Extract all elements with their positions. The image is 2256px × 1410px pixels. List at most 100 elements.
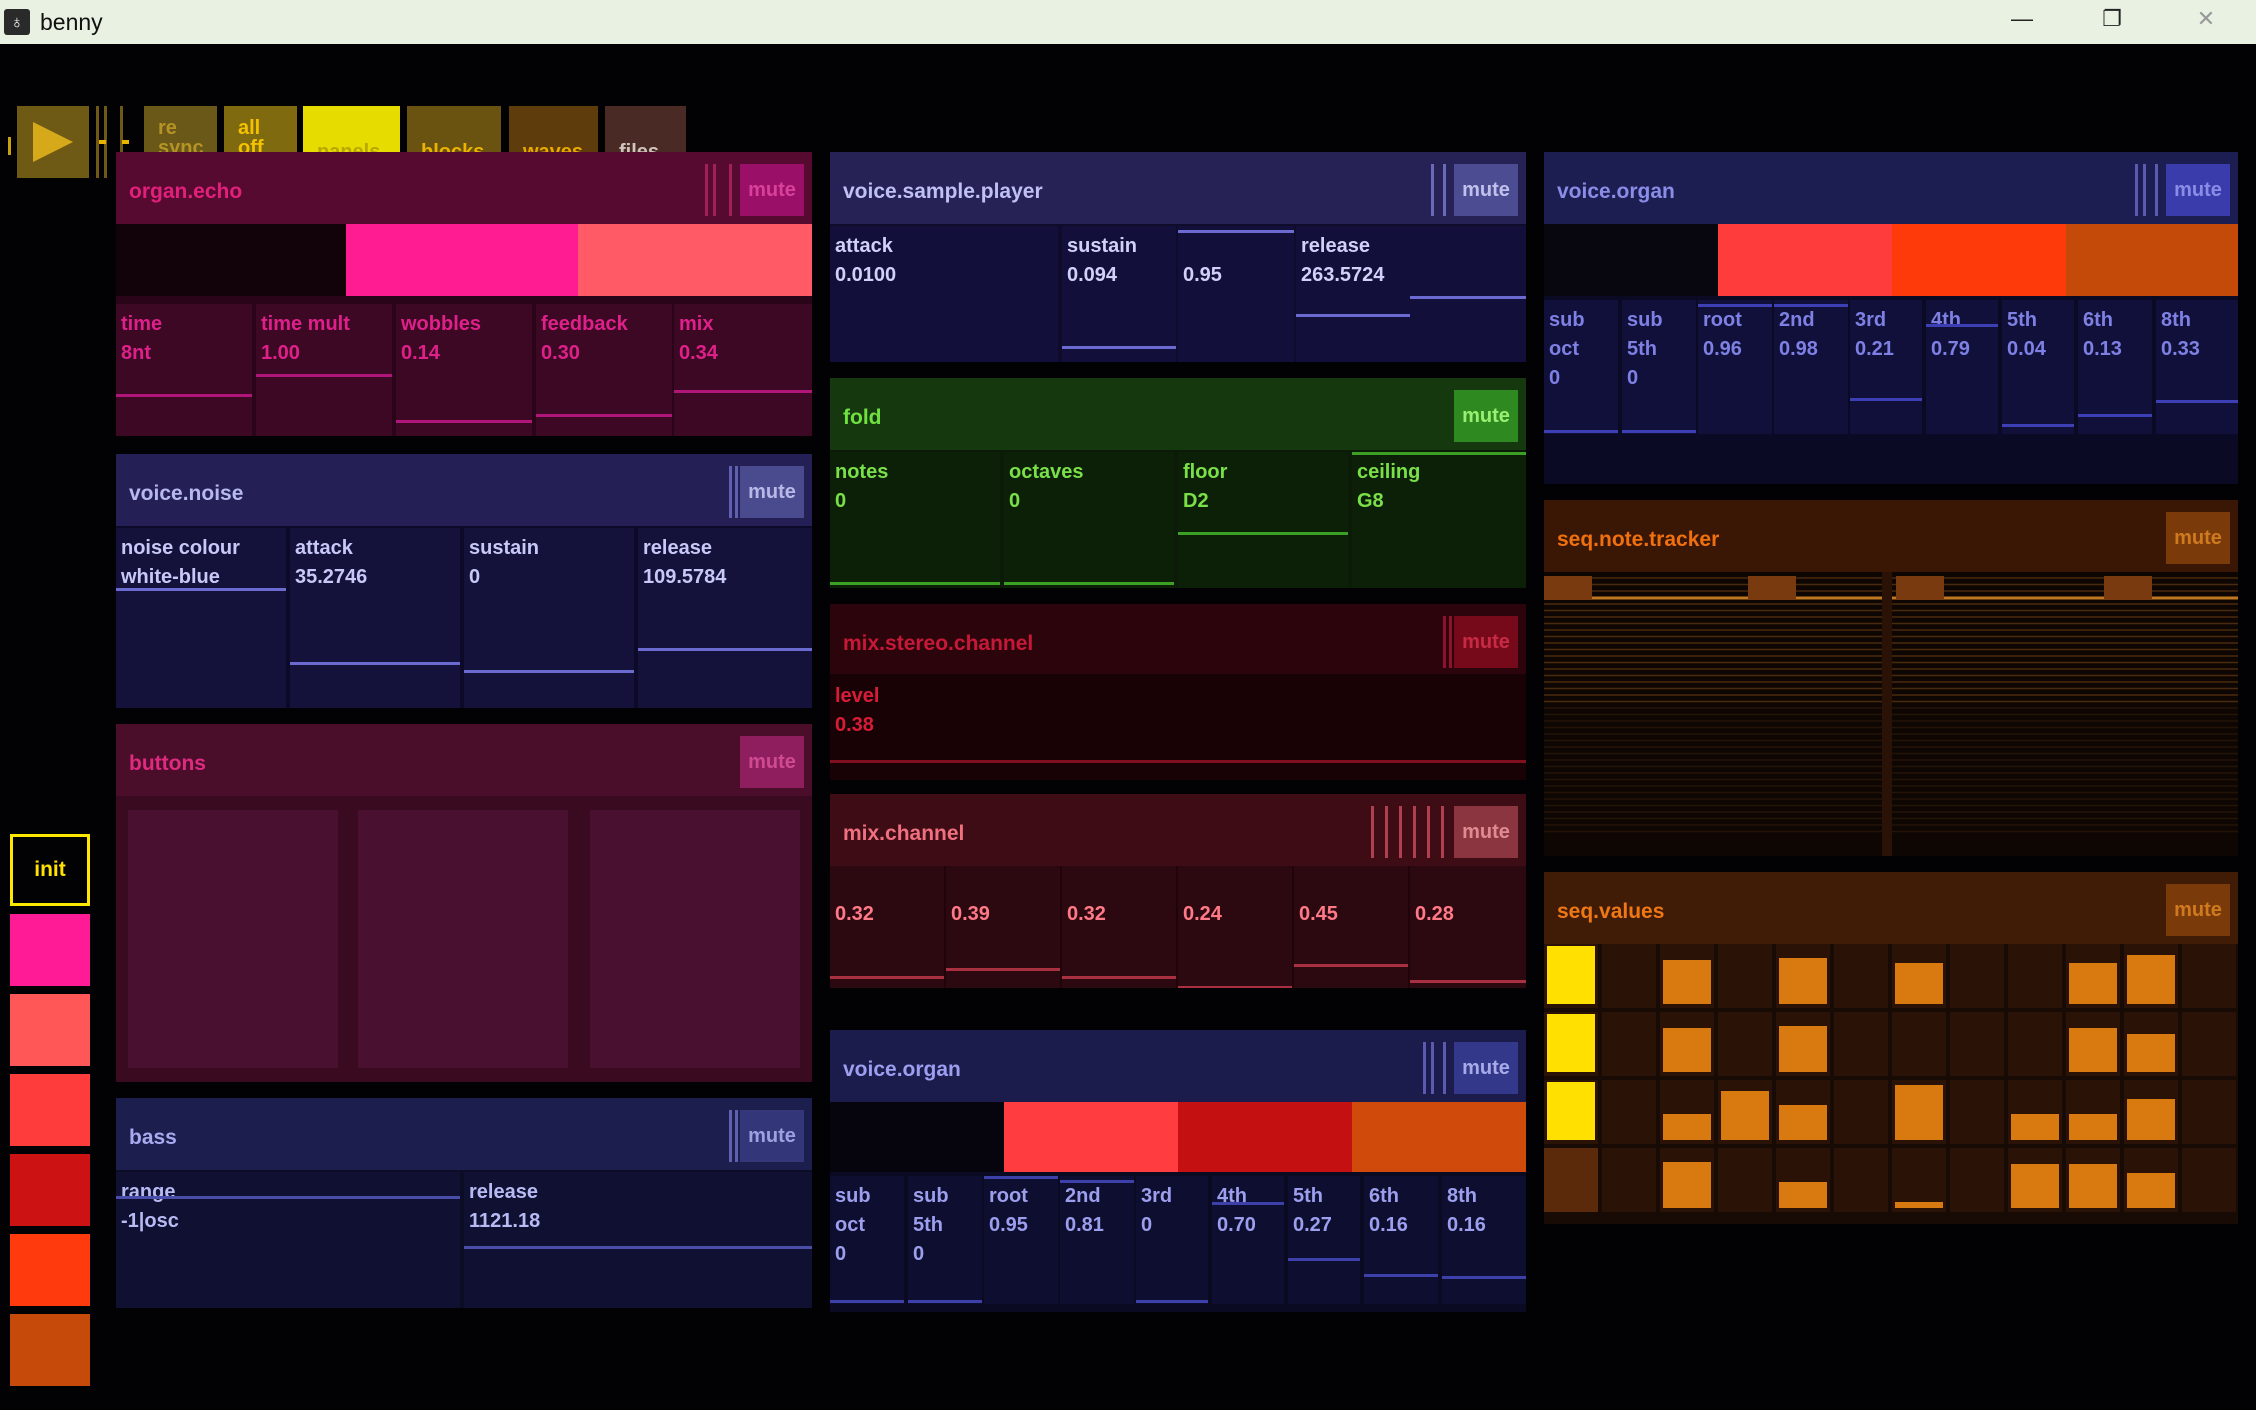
grip-icon[interactable] — [1423, 1042, 1426, 1094]
grip-icon[interactable] — [735, 466, 738, 518]
color-swatch[interactable] — [10, 994, 90, 1066]
play-button[interactable] — [17, 106, 89, 178]
step-cell[interactable] — [1834, 1012, 1888, 1076]
level-cell[interactable]: 0.32 — [1062, 866, 1176, 988]
panel-header[interactable]: buttons mute — [116, 724, 812, 796]
grip-icon[interactable] — [1443, 164, 1446, 216]
step-cell[interactable] — [2008, 1148, 2062, 1212]
panel-header[interactable]: mix.stereo.channel mute — [830, 604, 1526, 674]
step-cell[interactable] — [2124, 1080, 2178, 1144]
grip-icon[interactable] — [1431, 164, 1434, 216]
param-cell[interactable]: 3rd 0.21 — [1850, 300, 1922, 434]
grip-icon[interactable] — [735, 1110, 738, 1162]
step-cell[interactable] — [1834, 1080, 1888, 1144]
grip-icon[interactable] — [2143, 164, 2146, 216]
mute-button[interactable]: mute — [740, 466, 804, 518]
param-cell[interactable]: sub 5th 0 — [1622, 300, 1696, 434]
param-cell[interactable]: notes 0 — [830, 452, 1000, 588]
param-cell[interactable]: release 109.5784 — [638, 528, 812, 708]
color-swatch[interactable] — [10, 1314, 90, 1386]
step-cell[interactable] — [1950, 1080, 2004, 1144]
param-cell[interactable]: 4th 0.79 — [1926, 300, 1998, 434]
step-cell[interactable] — [1776, 1012, 1830, 1076]
param-cell[interactable]: sub oct 0 — [1544, 300, 1618, 434]
mute-button[interactable]: mute — [740, 736, 804, 788]
mute-button[interactable]: mute — [2166, 884, 2230, 936]
close-button[interactable]: ✕ — [2184, 6, 2228, 36]
mute-button[interactable]: mute — [1454, 390, 1518, 442]
grip-icon[interactable] — [2155, 164, 2158, 216]
step-cell[interactable] — [1660, 1080, 1714, 1144]
grip-icon[interactable] — [1385, 806, 1388, 858]
color-block[interactable] — [2066, 224, 2238, 296]
step-cell[interactable] — [1892, 1012, 1946, 1076]
color-block[interactable] — [346, 224, 578, 296]
level-cell[interactable]: 0.32 — [830, 866, 944, 988]
step-cell[interactable] — [1544, 1080, 1598, 1144]
step-cell[interactable] — [1660, 1148, 1714, 1212]
step-cell[interactable] — [2182, 1080, 2236, 1144]
param-cell[interactable]: 6th 0.16 — [1364, 1176, 1438, 1304]
param-cell[interactable]: 5th 0.27 — [1288, 1176, 1360, 1304]
step-cell[interactable] — [1950, 944, 2004, 1008]
grip-icon[interactable] — [705, 164, 708, 216]
param-cell[interactable]: 0.95 — [1178, 226, 1294, 362]
step-cell[interactable] — [2066, 1148, 2120, 1212]
param-cell-level[interactable]: level 0.38 — [830, 676, 1526, 764]
color-block[interactable] — [1004, 1102, 1178, 1172]
grip-icon[interactable] — [2135, 164, 2138, 216]
grip-icon[interactable] — [1449, 616, 1452, 668]
panel-header[interactable]: fold mute — [830, 378, 1526, 450]
panel-header[interactable]: voice.organ mute — [1544, 152, 2238, 224]
param-cell[interactable]: sub 5th 0 — [908, 1176, 982, 1304]
color-block[interactable] — [578, 224, 812, 296]
param-cell[interactable]: ceiling G8 — [1352, 452, 1526, 588]
grip-icon[interactable] — [1371, 806, 1374, 858]
step-cell[interactable] — [1544, 1012, 1598, 1076]
mute-button[interactable]: mute — [2166, 164, 2230, 216]
step-cell[interactable] — [2182, 1012, 2236, 1076]
grip-icon[interactable] — [1427, 806, 1430, 858]
grip-icon[interactable] — [1441, 806, 1444, 858]
step-cell[interactable] — [1892, 1148, 1946, 1212]
param-cell[interactable]: 8th 0.33 — [2156, 300, 2238, 434]
grip-icon[interactable] — [1413, 806, 1416, 858]
step-cell[interactable] — [1718, 1148, 1772, 1212]
step-cell[interactable] — [1544, 944, 1598, 1008]
param-cell[interactable]: 8th 0.16 — [1442, 1176, 1526, 1304]
step-cell[interactable] — [1834, 1148, 1888, 1212]
grip-icon[interactable] — [1431, 1042, 1434, 1094]
step-cell[interactable] — [2124, 1148, 2178, 1212]
step-cell[interactable] — [1776, 944, 1830, 1008]
step-cell[interactable] — [2066, 1012, 2120, 1076]
param-cell[interactable]: 6th 0.13 — [2078, 300, 2152, 434]
step-cell[interactable] — [1950, 1148, 2004, 1212]
step-cell[interactable] — [2124, 944, 2178, 1008]
grip-icon[interactable] — [729, 1110, 732, 1162]
param-cell[interactable]: sustain 0.094 — [1062, 226, 1176, 362]
color-swatch[interactable] — [10, 1154, 90, 1226]
color-block[interactable] — [1718, 224, 1892, 296]
pad-button[interactable] — [128, 810, 338, 1068]
param-cell[interactable]: sustain 0 — [464, 528, 634, 708]
color-swatch[interactable] — [10, 1074, 90, 1146]
step-cell[interactable] — [2008, 1080, 2062, 1144]
color-block[interactable] — [1178, 1102, 1352, 1172]
step-cell[interactable] — [1718, 944, 1772, 1008]
step-cell[interactable] — [1950, 1012, 2004, 1076]
param-cell[interactable]: root 0.96 — [1698, 300, 1772, 434]
step-cell[interactable] — [1776, 1080, 1830, 1144]
init-button[interactable]: init — [10, 834, 90, 906]
param-cell[interactable]: time 8nt — [116, 304, 252, 436]
grip-icon[interactable] — [729, 164, 732, 216]
grip-icon[interactable] — [713, 164, 716, 216]
panel-header[interactable]: bass mute — [116, 1098, 812, 1170]
grip-icon[interactable] — [1399, 806, 1402, 858]
grip-icon[interactable] — [1443, 1042, 1446, 1094]
color-swatch[interactable] — [10, 1234, 90, 1306]
mute-button[interactable]: mute — [1454, 806, 1518, 858]
panel-header[interactable]: voice.organ mute — [830, 1030, 1526, 1102]
param-cell[interactable]: attack 0.0100 — [830, 226, 1058, 362]
param-cell[interactable]: octaves 0 — [1004, 452, 1174, 588]
param-cell[interactable]: range -1|osc — [116, 1172, 460, 1308]
